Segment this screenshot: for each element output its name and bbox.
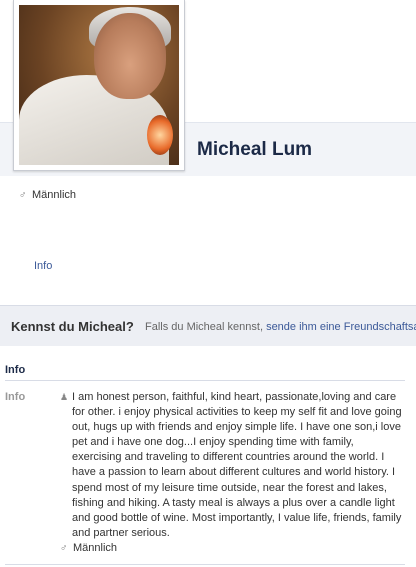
tab-info[interactable]: Info (34, 260, 52, 272)
divider (5, 564, 405, 565)
know-text: Falls du Micheal kennst, sende ihm eine … (145, 321, 416, 333)
know-friend-box: Kennst du Micheal? Falls du Micheal kenn… (0, 305, 416, 346)
profile-picture-image (19, 5, 179, 165)
profile-gender-label: Männlich (32, 189, 77, 201)
profile-name: Micheal Lum (197, 139, 313, 160)
person-icon: ♟ (60, 392, 69, 402)
about-text: ♟ I am honest person, faithful, kind hear… (60, 390, 406, 541)
info-section-title: Info (5, 364, 26, 376)
info-row-value: ♟ I am honest person, faithful, kind hear… (60, 390, 406, 556)
info-row-label: Info (5, 391, 26, 403)
profile-gender: ♂ Männlich (19, 189, 76, 201)
male-icon: ♂ (60, 542, 68, 554)
know-description: Falls du Micheal kennst, (145, 321, 263, 333)
about-gender: ♂ Männlich (60, 541, 406, 556)
about-gender-label: Männlich (73, 541, 118, 554)
male-icon: ♂ (19, 190, 27, 201)
divider (5, 380, 405, 381)
about-text-body: I am honest person, faithful, kind heart… (72, 391, 402, 539)
send-friend-request-link[interactable]: sende ihm eine Freundschaftsan (266, 321, 416, 333)
profile-photo[interactable] (13, 0, 185, 171)
know-title: Kennst du Micheal? (11, 319, 134, 334)
